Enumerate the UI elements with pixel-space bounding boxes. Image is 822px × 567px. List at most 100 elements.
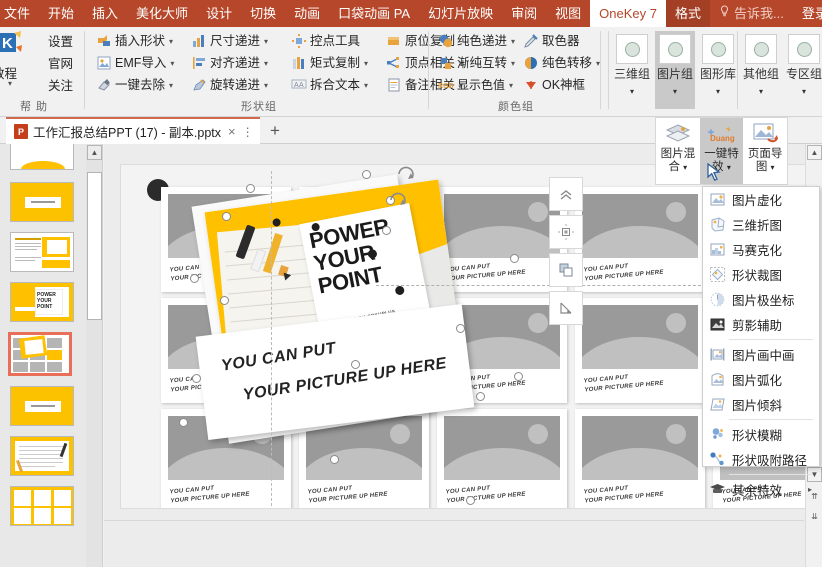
scrollbar-thumb[interactable]	[87, 172, 102, 320]
menu-item-view[interactable]: 视图	[546, 0, 590, 27]
menu-item-pocket-animation[interactable]: 口袋动画 PA	[329, 0, 419, 27]
scroll-up-icon[interactable]: ▲	[87, 145, 102, 160]
follow-button[interactable]: 关注	[48, 75, 73, 94]
slide-panel-scrollbar[interactable]: ▲	[86, 144, 103, 567]
menu-item-format[interactable]: 格式	[665, 0, 710, 27]
chevron-down-icon[interactable]: ▾	[509, 81, 513, 90]
chevron-down-icon[interactable]: ▾	[683, 163, 687, 172]
chevron-down-icon[interactable]: ▾	[727, 163, 731, 172]
resize-handle[interactable]	[466, 496, 475, 505]
list-item[interactable]	[10, 182, 74, 222]
menu-item-picture-in-picture[interactable]: 图片画中画	[703, 342, 819, 367]
picture-card[interactable]: YOU CAN PUTYOUR PICTURE UP HERE	[575, 298, 705, 403]
submenu-arrow-icon[interactable]: ▸	[808, 485, 812, 494]
resize-handle[interactable]	[514, 372, 523, 381]
tutorial-chevron-icon[interactable]: ▾	[8, 79, 12, 88]
ribbon-btn-eyedropper[interactable]: 取色器	[523, 30, 600, 52]
resize-handle[interactable]	[179, 418, 188, 427]
ribbon-btn-gradient-swap[interactable]: 渐纯互转 ▾	[438, 52, 515, 74]
resize-handle[interactable]	[330, 455, 339, 464]
list-item-selected[interactable]	[8, 332, 72, 376]
chevron-down-icon[interactable]: ▾	[771, 163, 775, 172]
image-blend-button[interactable]: 图片混合 ▾	[656, 118, 700, 184]
gallery-3d-group[interactable]: 三维组 ▾	[612, 31, 652, 109]
menu-item-file[interactable]: 文件	[0, 0, 39, 27]
resize-handle[interactable]	[456, 324, 465, 333]
bring-forward-icon[interactable]	[549, 253, 583, 287]
ribbon-btn-show-color-value[interactable]: RGB 显示色值 ▾	[438, 74, 515, 96]
ribbon-btn-matrix-copy[interactable]: 矩式复制 ▾	[291, 52, 368, 74]
chevron-down-icon[interactable]: ▾	[170, 59, 174, 68]
chevron-down-icon[interactable]: ▾	[169, 81, 173, 90]
list-item[interactable]	[10, 386, 74, 426]
menu-item-slideshow[interactable]: 幻灯片放映	[419, 0, 502, 27]
gallery-zone-group[interactable]: 专区组 ▾	[784, 31, 822, 109]
next-slide-icon[interactable]: ⇊	[807, 509, 822, 524]
chevron-down-icon[interactable]: ▾	[264, 59, 268, 68]
menu-item-transitions[interactable]: 切换	[241, 0, 285, 27]
menu-item-animations[interactable]: 动画	[285, 0, 329, 27]
ribbon-btn-rotate-step[interactable]: 旋转递进 ▾	[191, 74, 268, 96]
picture-card[interactable]: YOU CAN PUTYOUR PICTURE UP HERE	[575, 187, 705, 292]
ribbon-btn-ok-frame[interactable]: OK神框	[523, 74, 600, 96]
chevron-down-icon[interactable]: ▾	[264, 81, 268, 90]
page-map-button[interactable]: 页面导图 ▾	[743, 118, 787, 184]
resize-handle[interactable]	[246, 184, 255, 193]
menu-item-home[interactable]: 开始	[39, 0, 83, 27]
chevron-down-icon[interactable]: ▾	[716, 87, 720, 96]
settings-button[interactable]: 设置	[48, 31, 73, 50]
menu-item-image-arc[interactable]: 图片弧化	[703, 367, 819, 392]
resize-handle[interactable]	[476, 392, 485, 401]
menu-item-silhouette[interactable]: 剪影辅助	[703, 312, 819, 337]
resize-handle[interactable]	[510, 254, 519, 263]
document-tab[interactable]: P 工作汇报总结PPT (17) - 副本.pptx × ⋮	[6, 117, 260, 144]
menu-item-onekey7[interactable]: OneKey 7	[590, 0, 666, 27]
menu-item-tell-me[interactable]: 告诉我...	[710, 0, 793, 27]
collapse-up-icon[interactable]	[549, 177, 583, 211]
resize-handle[interactable]	[362, 170, 371, 179]
chevron-down-icon[interactable]: ▾	[673, 87, 677, 96]
menu-item-image-skew[interactable]: 图片倾斜	[703, 392, 819, 417]
picture-card[interactable]: YOU CAN PUTYOUR PICTURE UP HERE	[575, 409, 705, 508]
ribbon-btn-emf-import[interactable]: EMF导入 ▾	[96, 52, 174, 74]
resize-handle[interactable]	[190, 274, 199, 283]
picture-card[interactable]: YOU CAN PUTYOUR PICTURE UP HERE	[437, 187, 567, 292]
rotate-handle[interactable]	[387, 187, 409, 214]
menu-item-shape-blur[interactable]: 形状模糊	[703, 422, 819, 447]
menu-item-shape-crop[interactable]: 形状裁图	[703, 262, 819, 287]
menu-item-mosaic[interactable]: 马赛克化	[703, 237, 819, 262]
menu-item-design[interactable]: 设计	[197, 0, 241, 27]
new-tab-button[interactable]: +	[270, 121, 280, 141]
ribbon-btn-color-transfer[interactable]: 纯色转移 ▾	[523, 52, 600, 74]
chevron-down-icon[interactable]: ▾	[511, 37, 515, 46]
chevron-down-icon[interactable]: ▾	[169, 37, 173, 46]
menu-item-review[interactable]: 审阅	[502, 0, 546, 27]
resize-handle[interactable]	[222, 212, 231, 221]
align-center-icon[interactable]	[549, 215, 583, 249]
ribbon-btn-size-step[interactable]: 尺寸递进 ▾	[191, 30, 268, 52]
slide-thumbnail-panel[interactable]: POINT POWERYOURPOINT	[0, 144, 86, 567]
chevron-down-icon[interactable]: ▾	[802, 87, 806, 96]
resize-diagonal-icon[interactable]	[549, 291, 583, 325]
menu-item-shape-snap-path[interactable]: 形状吸附路径	[703, 447, 819, 472]
list-item[interactable]: POWER YOUR POINT	[10, 282, 74, 322]
ribbon-btn-split-text[interactable]: AA 拆合文本 ▾	[291, 74, 368, 96]
ribbon-btn-onekey-remove[interactable]: 一键去除 ▾	[96, 74, 174, 96]
menu-item-more-effects[interactable]: 其余特效 ▸	[703, 477, 819, 502]
close-icon[interactable]: ×	[228, 124, 236, 139]
resize-handle[interactable]	[220, 296, 229, 305]
chevron-down-icon[interactable]: ▾	[364, 59, 368, 68]
chevron-down-icon[interactable]: ▾	[759, 87, 763, 96]
ribbon-btn-handle-tool[interactable]: 控点工具	[291, 30, 368, 52]
list-item[interactable]	[10, 436, 74, 476]
chevron-down-icon[interactable]: ▾	[264, 37, 268, 46]
ribbon-btn-solid-step[interactable]: 纯色递进 ▾	[438, 30, 515, 52]
menu-item-image-blur[interactable]: 图片虚化	[703, 187, 819, 212]
gallery-other-group[interactable]: 其他组 ▾	[741, 31, 781, 109]
scroll-up-icon[interactable]: ▲	[807, 145, 822, 160]
menu-item-signin[interactable]: 登录	[793, 0, 822, 27]
menu-item-3d-fold[interactable]: 三维折图	[703, 212, 819, 237]
menu-item-insert[interactable]: 插入	[83, 0, 127, 27]
resize-handle[interactable]	[192, 374, 201, 383]
more-options-icon[interactable]: ⋮	[242, 125, 254, 139]
